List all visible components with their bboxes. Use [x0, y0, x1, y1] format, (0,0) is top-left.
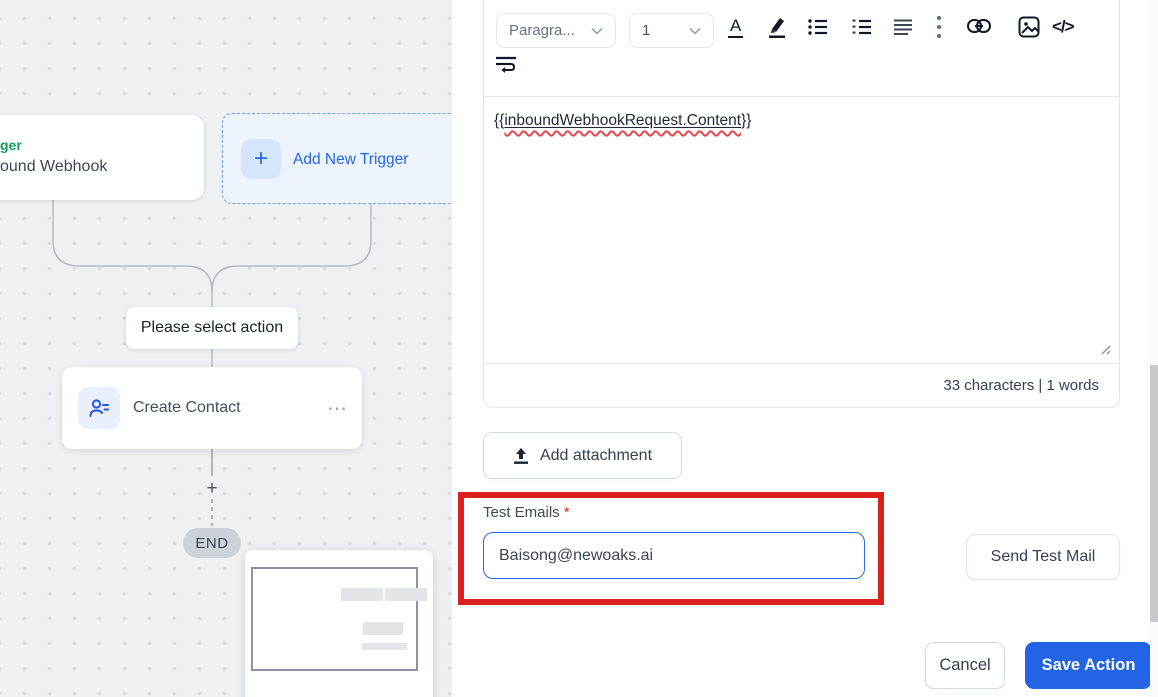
trigger-title: ound Webhook	[0, 158, 108, 175]
add-step-plus-icon[interactable]: +	[200, 478, 224, 500]
insert-image-button[interactable]	[1018, 16, 1040, 38]
panel-scrollbar-track[interactable]	[1150, 0, 1158, 697]
link-icon	[967, 19, 991, 33]
text-color-icon: A	[728, 16, 744, 38]
user-list-icon	[89, 399, 109, 417]
contact-icon-tile	[78, 387, 120, 429]
minimap-node-block	[385, 588, 427, 601]
minimap-node-block	[362, 643, 407, 650]
code-view-button[interactable]: </>	[1052, 17, 1075, 37]
paragraph-style-value: Paragra...	[509, 22, 575, 39]
test-emails-label-text: Test Emails	[483, 504, 560, 521]
send-test-mail-button[interactable]: Send Test Mail	[966, 534, 1120, 580]
more-options-button[interactable]	[936, 14, 942, 40]
workflow-end-badge: END	[183, 528, 241, 558]
highlighter-icon	[769, 18, 785, 38]
end-badge-label: END	[195, 534, 229, 552]
trigger-node-inbound-webhook[interactable]: ger ound Webhook	[0, 115, 204, 200]
text-wrap-icon	[496, 56, 516, 73]
numbered-list-button[interactable]	[852, 18, 872, 36]
email-body-textarea[interactable]: {{inboundWebhookRequest.Content}}	[484, 97, 1119, 363]
align-justify-icon	[894, 19, 912, 35]
chevron-down-icon	[591, 27, 603, 35]
add-new-trigger-button[interactable]: + Add New Trigger	[222, 113, 452, 204]
align-justify-button[interactable]	[894, 18, 912, 36]
font-size-select[interactable]: 1	[629, 13, 714, 48]
minimap-node-block	[341, 588, 383, 601]
workflow-canvas[interactable]: ger ound Webhook + Add New Trigger Pleas…	[0, 0, 452, 697]
add-attachment-label: Add attachment	[539, 446, 653, 464]
test-emails-input[interactable]	[483, 532, 865, 579]
cancel-button[interactable]: Cancel	[925, 642, 1005, 689]
add-attachment-button[interactable]: Add attachment	[483, 432, 682, 479]
merge-field-token: inboundWebhookRequest.Content	[504, 112, 742, 129]
bullet-list-button[interactable]	[808, 18, 828, 36]
brace-close: }}	[741, 112, 752, 129]
editor-footer: 33 characters | 1 words	[484, 363, 1119, 407]
text-wrap-button[interactable]	[496, 56, 516, 74]
kebab-menu-icon	[936, 15, 942, 39]
required-asterisk: *	[563, 504, 570, 521]
insert-link-button[interactable]	[967, 19, 991, 33]
save-action-button[interactable]: Save Action	[1025, 642, 1152, 689]
action-settings-panel: Paragra... 1 A </> {{inboundWebhookReque…	[452, 0, 1158, 697]
test-emails-label: Test Emails *	[483, 504, 570, 521]
send-test-mail-label: Send Test Mail	[990, 548, 1096, 565]
save-action-label: Save Action	[1041, 656, 1136, 674]
action-node-create-contact[interactable]: Create Contact ⋯	[62, 367, 362, 449]
panel-scrollbar-thumb[interactable]	[1150, 365, 1158, 622]
node-options-menu[interactable]: ⋯	[327, 367, 348, 449]
bullet-list-icon	[808, 19, 827, 35]
select-action-text: Please select action	[140, 319, 284, 336]
chevron-down-icon	[689, 27, 701, 35]
cancel-label: Cancel	[939, 656, 991, 674]
trigger-tag-label: ger	[0, 137, 22, 153]
code-icon: </>	[1052, 17, 1075, 36]
editor-toolbar: Paragra... 1 A </>	[484, 0, 1119, 97]
email-body-editor: Paragra... 1 A </> {{inboundWebhookReque…	[483, 0, 1120, 408]
upload-icon	[513, 447, 528, 464]
numbered-list-icon	[852, 19, 871, 35]
plus-icon: +	[241, 139, 281, 179]
font-size-value: 1	[642, 22, 651, 39]
paragraph-style-select[interactable]: Paragra...	[496, 13, 616, 48]
text-color-button[interactable]: A	[728, 16, 744, 38]
highlight-button[interactable]	[766, 15, 788, 39]
select-action-prompt: Please select action	[126, 307, 298, 349]
add-new-trigger-label: Add New Trigger	[293, 150, 409, 168]
resize-handle-icon[interactable]	[1098, 342, 1111, 355]
image-icon	[1018, 16, 1040, 38]
action-node-label: Create Contact	[133, 399, 241, 416]
brace-open: {{	[494, 112, 505, 129]
workflow-minimap[interactable]	[245, 550, 433, 697]
minimap-node-block	[363, 622, 403, 635]
email-body-content: {{inboundWebhookRequest.Content}}	[494, 112, 751, 130]
character-word-count: 33 characters | 1 words	[943, 377, 1099, 394]
minimap-viewport-rect[interactable]	[251, 567, 418, 671]
